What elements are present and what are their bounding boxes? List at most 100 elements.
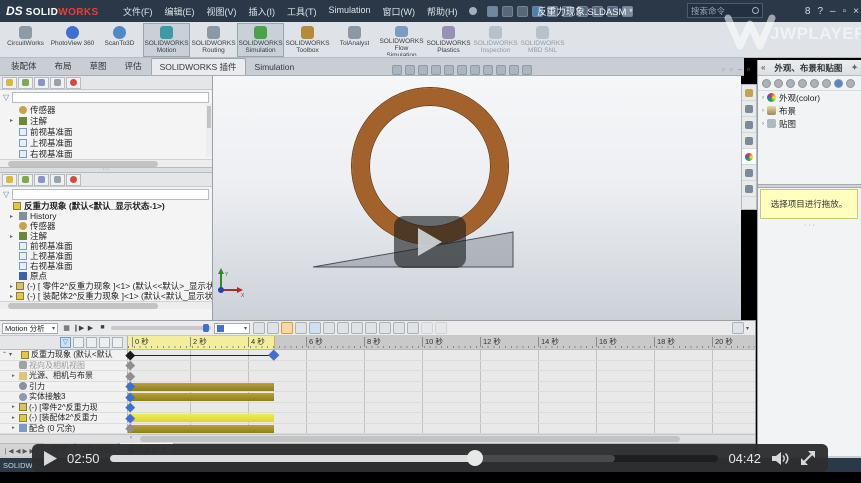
ribbon-button[interactable]: SOLIDWORKS Plastics [425,23,472,57]
apply-scene-icon[interactable] [496,65,506,75]
motion-setup-icon[interactable] [407,322,419,334]
stop-icon[interactable]: ■ [97,324,108,332]
timeline-change-bar[interactable] [128,393,274,401]
featuremanager-tab[interactable] [2,174,17,186]
motion-row[interactable]: ⌃▾ ▸ 配合 (0 冗余) [0,424,755,435]
ribbon-button[interactable]: SOLIDWORKS Flow Simulation [378,23,425,57]
view-orientation-icon[interactable] [444,65,454,75]
command-tab[interactable]: 装配体 [2,57,46,75]
zoom-fit-icon[interactable] [392,65,402,75]
doc-cascade-icon[interactable]: ▫ [747,65,750,74]
force-icon[interactable] [351,322,363,334]
simulation-elements-icon[interactable] [435,322,447,334]
refresh-icon[interactable] [834,79,843,88]
taskpane-splitter-dots[interactable]: · · · [758,223,861,228]
expander-icon[interactable]: ▸ [12,404,17,410]
seek-handle[interactable] [467,450,483,466]
expander-icon[interactable]: ▸ [10,283,13,290]
filter-selected-icon[interactable] [99,337,110,348]
play-button[interactable] [44,451,57,466]
ribbon-button[interactable]: ScanTo3D [96,23,143,57]
tree-item[interactable]: ▸ 反重力现象 (默认<默认_显示状态-1>) [0,201,212,211]
timeline-cell[interactable] [128,403,755,413]
autokey-icon[interactable] [281,322,293,334]
edit-appearance-icon[interactable] [483,65,493,75]
save-animation-icon[interactable] [253,322,265,334]
propertymanager-tab[interactable] [18,77,33,89]
vertical-scrollbar[interactable] [206,104,212,157]
menu-item[interactable]: 工具(T) [282,3,322,20]
tree-item[interactable]: ▸ 传感器 [0,221,212,231]
graphics-viewport[interactable]: Y X [213,76,741,320]
hide-show-items-icon[interactable] [470,65,480,75]
timeline-scrollbar[interactable]: ‹ [0,434,755,443]
tab-nav-icon[interactable]: ◀ [15,447,20,455]
tab-nav-icon[interactable]: ❘◀ [3,447,13,455]
video-play-overlay-button[interactable] [394,216,466,268]
scene-sphere-icon[interactable] [810,79,819,88]
zoom-area-icon[interactable] [405,65,415,75]
volume-icon[interactable] [771,451,790,466]
custom-properties-tab-icon[interactable] [742,165,756,181]
command-tab[interactable]: 草图 [81,57,116,75]
ribbon-button[interactable]: PhotoView 360 [49,23,96,57]
timeline-key-diamond[interactable] [126,361,135,370]
file-explorer-tab-icon[interactable] [742,117,756,133]
ribbon-button[interactable]: TolAnalyst [331,23,378,57]
menu-item[interactable]: Simulation [324,3,376,20]
configurationmanager-tab[interactable] [34,174,49,186]
menu-item[interactable]: 窗口(W) [378,3,421,20]
appearance-tree-item[interactable]: › 外观(color) [758,91,861,104]
results-icon[interactable] [393,322,405,334]
menu-item[interactable]: 编辑(E) [160,3,200,20]
close-button[interactable]: × [853,6,859,17]
timeline-cell[interactable] [128,371,755,381]
display-style-icon[interactable] [457,65,467,75]
tree-item[interactable]: ▸ 右视基准面 [0,261,212,271]
timeline-cell[interactable] [128,350,755,360]
expander-icon[interactable]: ▸ [12,373,17,379]
timeline-change-bar[interactable] [128,383,274,391]
tree-item[interactable]: ▸ 原点 [0,271,212,281]
filter-no-filter-icon[interactable]: ▽ [60,337,71,348]
horizontal-scrollbar[interactable] [0,301,212,309]
timeline-key-diamond[interactable] [126,350,135,359]
fullscreen-icon[interactable] [800,451,816,466]
filter-driving-icon[interactable] [86,337,97,348]
propertymanager-tab[interactable] [18,174,33,186]
displaymanager-tab[interactable] [66,174,81,186]
motionmanager-display-toggle[interactable]: ▾ [732,322,749,334]
contact-icon[interactable] [365,322,377,334]
menu-item[interactable]: 帮助(H) [422,3,463,20]
expander-icon[interactable]: ▸ [10,293,13,300]
command-tab[interactable]: 评估 [116,57,151,75]
timeline-cell[interactable] [128,424,755,434]
section-view-icon[interactable] [431,65,441,75]
dimxpertmanager-tab[interactable] [50,174,65,186]
expander-icon[interactable]: ▸ [10,213,16,220]
timeline-cell[interactable] [128,392,755,402]
restore-button[interactable]: ▫ [843,6,847,17]
tree-item[interactable]: ▸ 上视基准面 [0,137,212,148]
tree-item[interactable]: ▸ (-) [ 装配体2^反重力现象 ]<1> (默认<默认_显示状态- [0,291,212,301]
ribbon-button[interactable]: SOLIDWORKS Inspection [472,23,519,57]
user-icon[interactable]: 8 [805,6,811,17]
search-input[interactable]: 搜索命令 [687,3,763,18]
command-tab[interactable]: SOLIDWORKS 插件 [151,58,246,75]
command-tab[interactable]: Simulation [246,59,304,75]
triad-icon[interactable] [522,65,532,75]
tree-item[interactable]: ▸ 前视基准面 [0,241,212,251]
appearance-tree-item[interactable]: › 布景 [758,104,861,117]
mate-controller-icon[interactable] [421,322,433,334]
timeline-ruler[interactable]: 0 秒2 秒4 秒6 秒8 秒10 秒12 秒14 秒16 秒18 秒20 秒 [128,336,755,349]
tree-item[interactable]: ▸ 传感器 [0,104,212,115]
add-key-icon[interactable] [295,322,307,334]
doc-minimize-icon[interactable]: – [738,65,742,74]
tree-item[interactable]: ▸ 前视基准面 [0,126,212,137]
timeline-cell[interactable] [128,413,755,423]
play-from-start-icon[interactable]: ❙▶ [73,324,84,332]
ribbon-button[interactable]: CircuitWorks [2,23,49,57]
appearance-tree-item[interactable]: › 贴图 [758,117,861,130]
expander-icon[interactable]: ▸ [12,425,17,431]
motion-row[interactable]: ⌃▾ ▸ 光源、相机与布景 [0,371,755,382]
